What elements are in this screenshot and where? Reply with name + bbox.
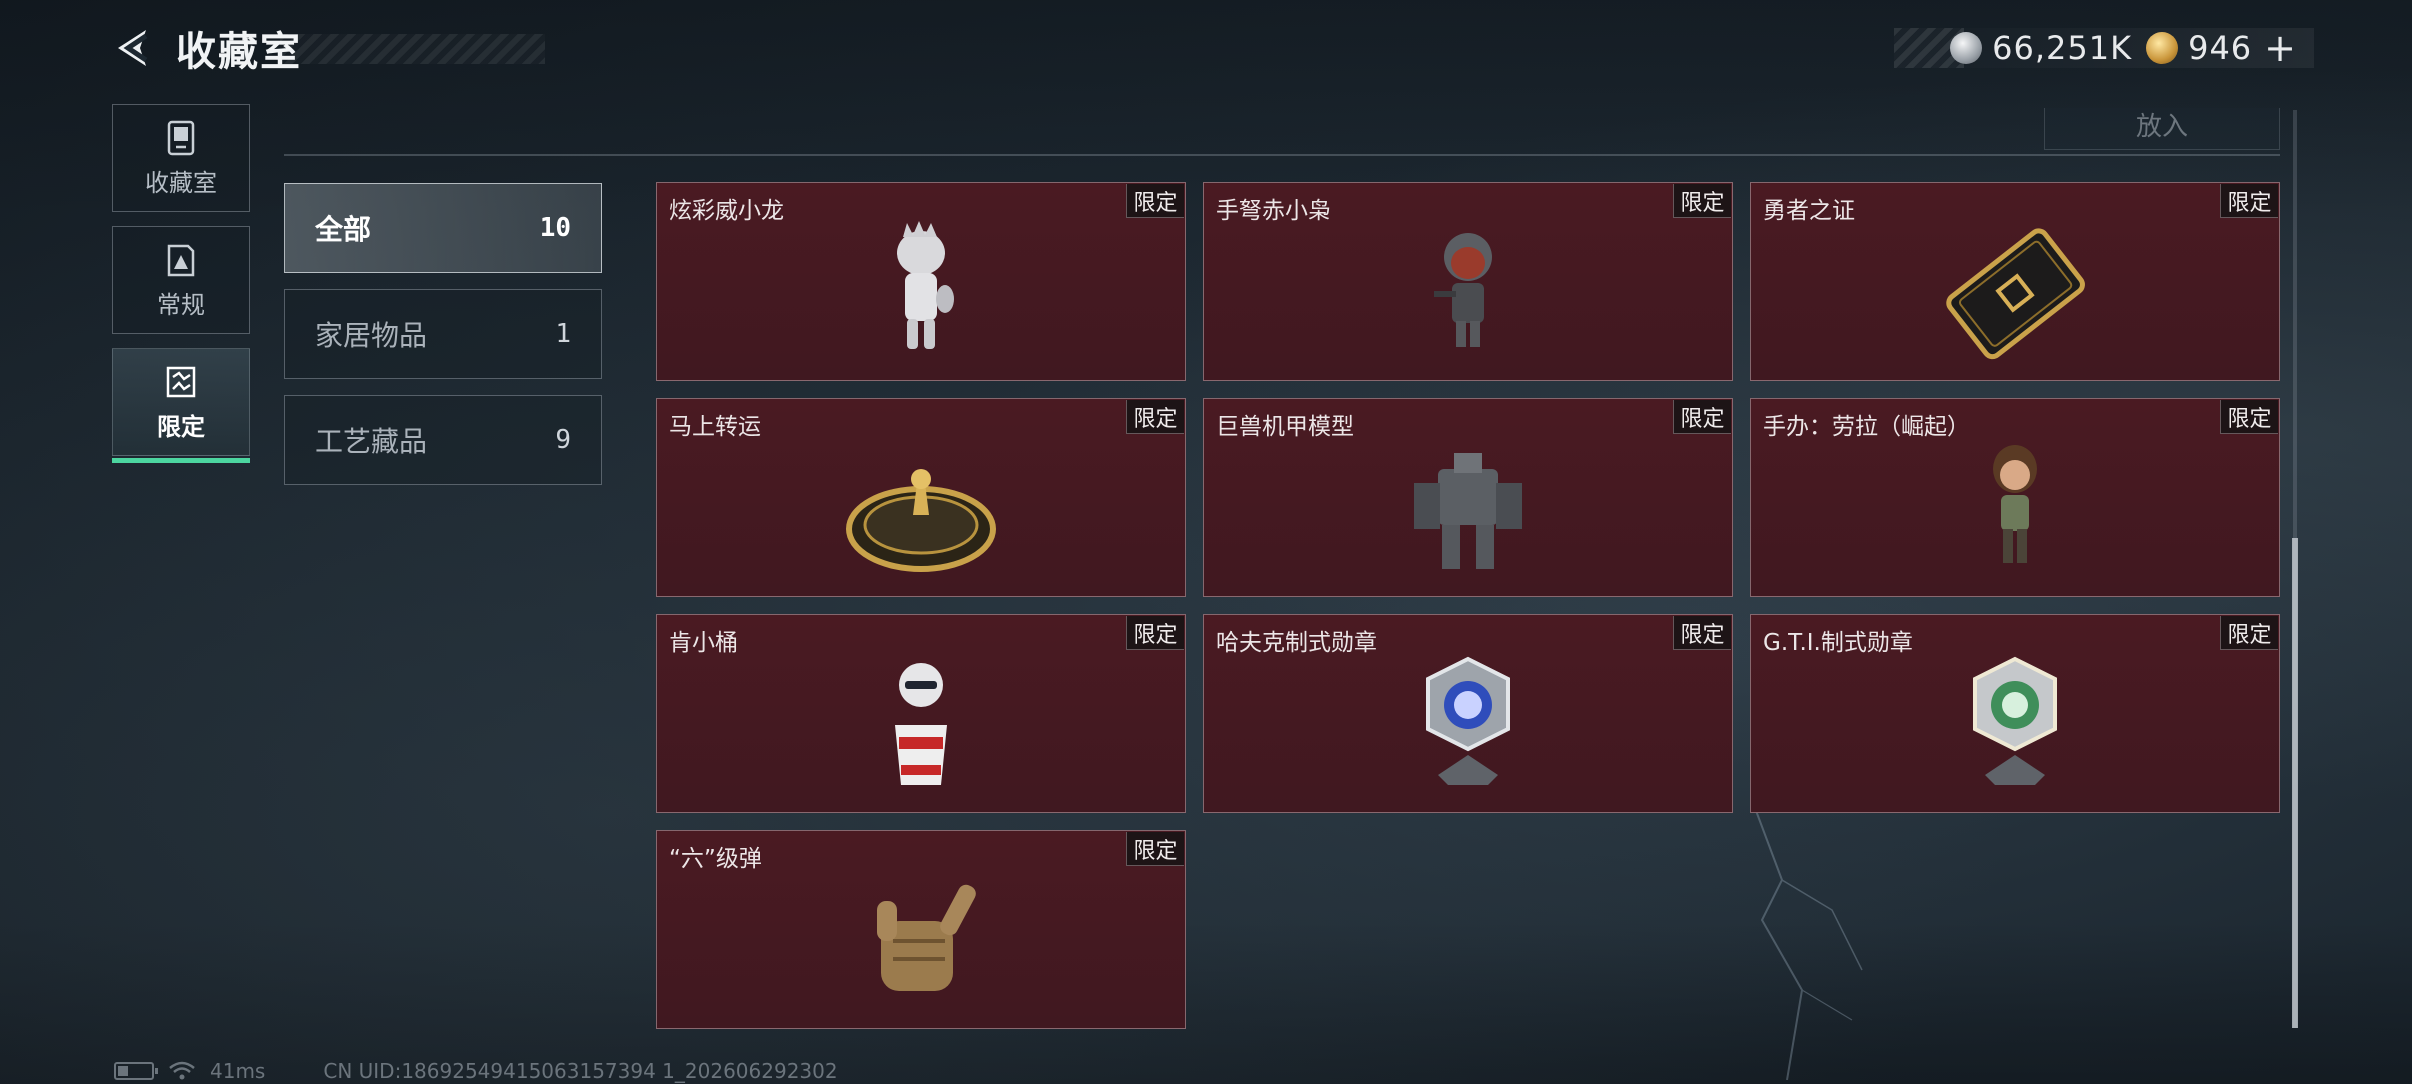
gold-currency[interactable]: 946 +: [2146, 29, 2296, 67]
item-name: “六”级弹: [669, 846, 762, 872]
collection-room-icon: [167, 120, 195, 155]
limited-tag: 限定: [1126, 400, 1184, 434]
cut-off-subtitle: ········: [284, 92, 404, 114]
section-divider: [284, 154, 2280, 156]
silver-currency: 66,251K: [1950, 29, 2132, 67]
title-stripe-decoration: [280, 34, 545, 64]
ping-text: 41ms: [210, 1059, 266, 1083]
medal-blue-icon: [1426, 656, 1510, 785]
battery-icon: [114, 1062, 158, 1080]
item-name: 炫彩威小龙: [669, 198, 784, 224]
item-card[interactable]: 手弩赤小枭 限定: [1203, 182, 1733, 381]
category-count: 9: [555, 425, 571, 455]
category-count: 1: [555, 319, 571, 349]
nav-item-regular[interactable]: 常规: [112, 226, 250, 334]
figure-bucket-icon: [895, 663, 947, 785]
hand-gesture-icon: [877, 884, 976, 991]
silver-coin-icon: [1950, 32, 1983, 64]
item-card[interactable]: 手办：劳拉（崛起） 限定: [1750, 398, 2280, 597]
back-button[interactable]: [110, 24, 154, 72]
nav-label: 收藏室: [145, 168, 217, 197]
item-card[interactable]: 肯小桶 限定: [656, 614, 1186, 813]
uid-text: CN UID:18692549415063157394 1_2026062923…: [323, 1059, 838, 1083]
header: 收藏室: [110, 22, 302, 75]
limited-tag: 限定: [1126, 184, 1184, 218]
item-grid: 炫彩威小龙 限定 手弩赤小枭 限定 勇者之证 限定 马上转运 限定 巨兽机甲模型…: [656, 182, 2281, 1029]
item-card[interactable]: “六”级弹 限定: [656, 830, 1186, 1029]
item-card[interactable]: 马上转运 限定: [656, 398, 1186, 597]
category-count: 10: [539, 213, 571, 243]
limited-tag: 限定: [1126, 832, 1184, 866]
item-card[interactable]: 哈夫克制式勋章 限定: [1203, 614, 1733, 813]
add-currency-button[interactable]: +: [2264, 29, 2296, 67]
category-label: 工艺藏品: [315, 425, 428, 458]
put-in-button[interactable]: 放入: [2044, 108, 2280, 150]
nav-item-collection-room[interactable]: 收藏室: [112, 104, 250, 212]
category-list: 全部 10 家居物品 1 工艺藏品 9: [284, 183, 602, 501]
nav-label: 限定: [157, 412, 205, 441]
item-name: 哈夫克制式勋章: [1216, 630, 1377, 656]
item-card[interactable]: 勇者之证 限定: [1750, 182, 2280, 381]
golden-wheel-icon: [846, 469, 996, 572]
item-card[interactable]: 炫彩威小龙 限定: [656, 182, 1186, 381]
limited-icon: [166, 366, 196, 397]
limited-tag: 限定: [2220, 184, 2278, 218]
currency-bar: 66,251K 946 +: [1894, 28, 2314, 68]
item-name: 手弩赤小枭: [1216, 198, 1331, 224]
figure-lara-icon: [1993, 445, 2037, 563]
limited-tag: 限定: [1673, 400, 1731, 434]
medal-green-icon: [1973, 656, 2057, 785]
item-name: 巨兽机甲模型: [1216, 414, 1354, 440]
limited-tag: 限定: [1673, 616, 1731, 650]
item-card[interactable]: G.T.I.制式勋章 限定: [1750, 614, 2280, 813]
regular-icon: [167, 244, 195, 276]
figure-crossbow-owl-icon: [1434, 233, 1492, 347]
left-nav: 收藏室 常规 限定: [112, 104, 250, 470]
nav-label: 常规: [157, 290, 205, 319]
silver-value: 66,251K: [1992, 29, 2133, 67]
gold-card-icon: [1946, 228, 2085, 360]
back-arrow-icon: [118, 30, 148, 66]
category-label: 全部: [315, 213, 372, 246]
scrollbar-thumb[interactable]: [2292, 538, 2298, 1028]
gold-value: 946: [2188, 29, 2253, 67]
limited-tag: 限定: [1673, 184, 1731, 218]
limited-tag: 限定: [2220, 616, 2278, 650]
wifi-icon: [169, 1061, 195, 1080]
category-crafts[interactable]: 工艺藏品 9: [284, 395, 602, 485]
item-name: 肯小桶: [669, 630, 738, 656]
category-label: 家居物品: [315, 319, 428, 352]
item-card[interactable]: 巨兽机甲模型 限定: [1203, 398, 1733, 597]
category-all[interactable]: 全部 10: [284, 183, 602, 273]
status-footer: 41ms CN UID:18692549415063157394 1_20260…: [114, 1058, 838, 1084]
item-name: 勇者之证: [1763, 198, 1855, 224]
put-in-label: 放入: [2135, 112, 2188, 142]
item-name: 马上转运: [669, 414, 761, 440]
gold-coin-icon: [2146, 32, 2179, 64]
category-home-items[interactable]: 家居物品 1: [284, 289, 602, 379]
item-name: G.T.I.制式勋章: [1763, 630, 1913, 656]
figure-dragon-icon: [897, 221, 954, 349]
limited-tag: 限定: [2220, 400, 2278, 434]
mech-model-icon: [1414, 453, 1522, 569]
limited-tag: 限定: [1126, 616, 1184, 650]
nav-item-limited[interactable]: 限定: [112, 348, 250, 463]
